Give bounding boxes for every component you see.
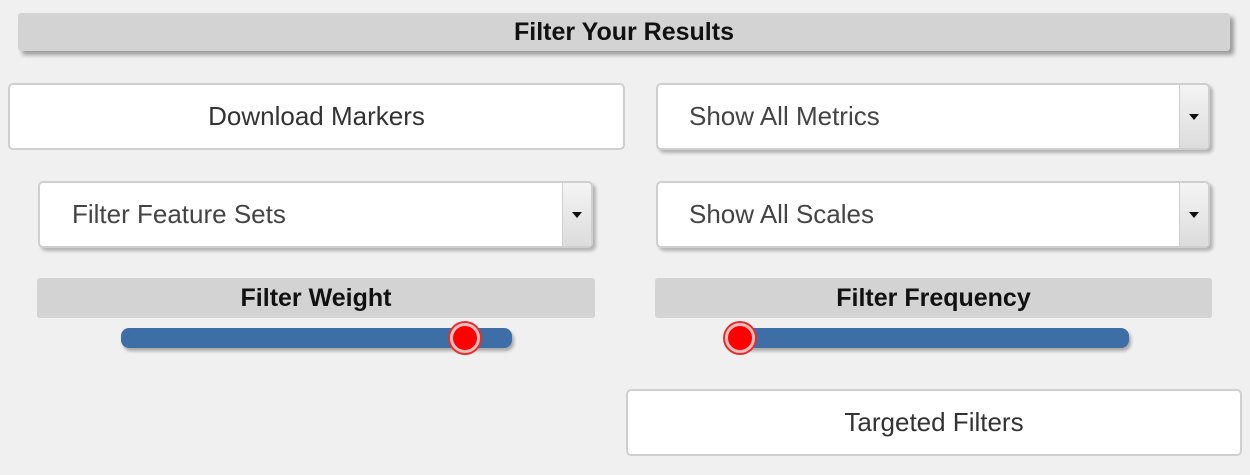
- scales-dropdown-toggle[interactable]: [1179, 183, 1208, 246]
- feature-sets-select-value: Filter Feature Sets: [72, 199, 286, 229]
- metrics-dropdown-toggle[interactable]: [1179, 85, 1208, 148]
- weight-slider-thumb[interactable]: [450, 323, 481, 353]
- frequency-slider-track[interactable]: [724, 323, 1129, 353]
- chevron-down-icon: [1189, 211, 1199, 218]
- weight-slider-label: Filter Weight: [37, 278, 595, 318]
- download-markers-button[interactable]: Download Markers: [8, 83, 625, 150]
- frequency-slider-thumb[interactable]: [725, 323, 756, 353]
- frequency-slider-label: Filter Frequency: [655, 278, 1212, 318]
- panel-title: Filter Your Results: [18, 13, 1230, 51]
- filter-panel: Filter Your Results Download Markers Sho…: [0, 0, 1250, 475]
- targeted-filters-button[interactable]: Targeted Filters: [626, 389, 1242, 456]
- weight-slider-track[interactable]: [121, 323, 512, 353]
- metrics-select[interactable]: Show All Metrics: [656, 83, 1210, 150]
- feature-sets-dropdown-toggle[interactable]: [562, 183, 591, 246]
- scales-select[interactable]: Show All Scales: [656, 181, 1210, 248]
- scales-select-value: Show All Scales: [689, 199, 874, 229]
- feature-sets-select[interactable]: Filter Feature Sets: [38, 181, 593, 248]
- chevron-down-icon: [1189, 113, 1199, 120]
- chevron-down-icon: [572, 211, 582, 218]
- metrics-select-value: Show All Metrics: [689, 101, 880, 131]
